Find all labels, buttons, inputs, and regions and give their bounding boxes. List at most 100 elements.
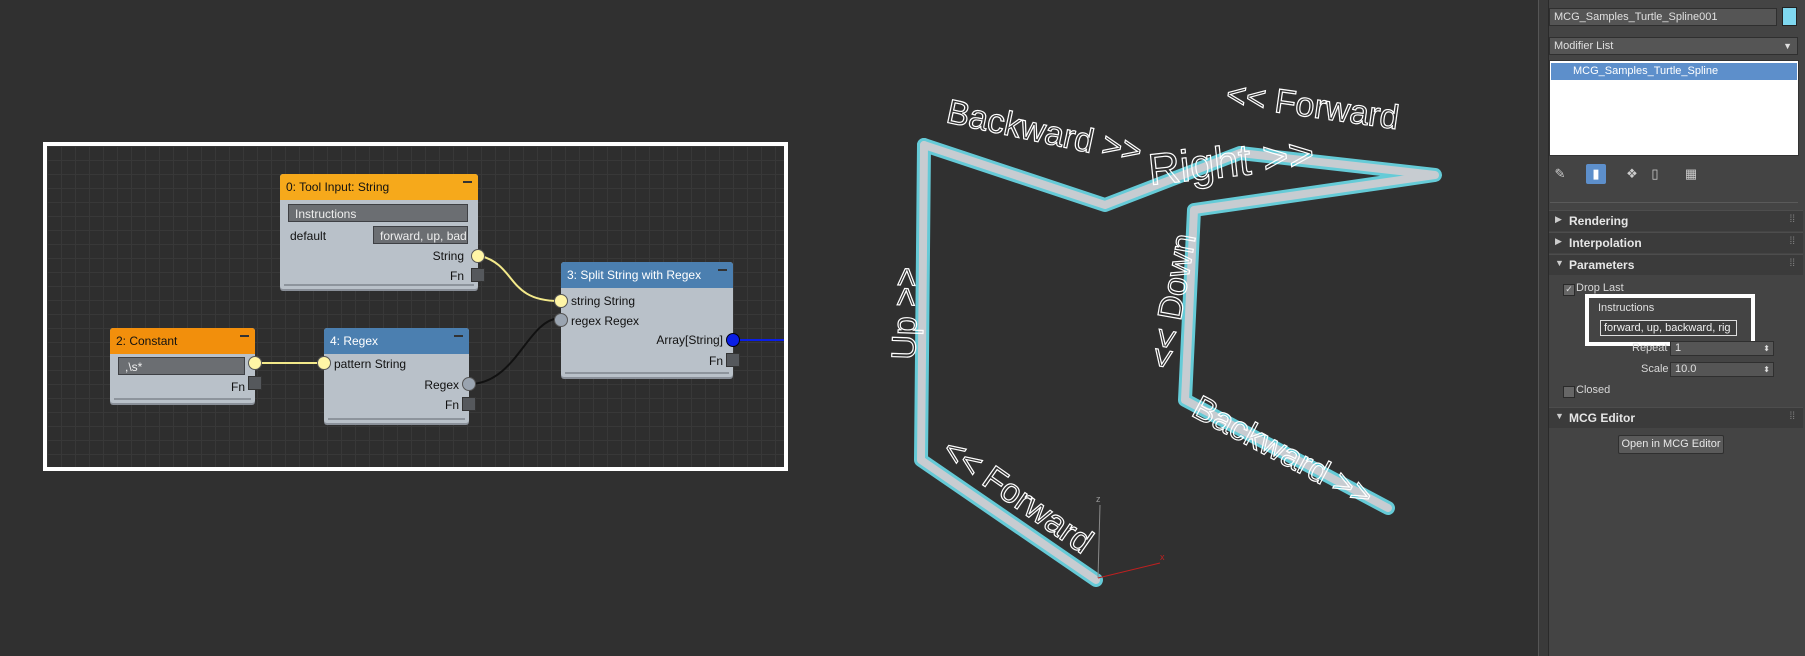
separator xyxy=(1550,202,1798,203)
rollout-interpolation[interactable]: ▶ Interpolation ⁞⁞ xyxy=(1549,232,1803,253)
closed-label: Closed xyxy=(1576,384,1611,396)
repeat-label: Repeat xyxy=(1632,342,1668,354)
x-axis-label: x xyxy=(1160,552,1165,562)
node-title: 4: Regex xyxy=(330,334,379,348)
z-axis-label: z xyxy=(1096,494,1101,504)
instructions-input[interactable]: forward, up, backward, rig xyxy=(1600,320,1737,336)
default-field[interactable]: forward, up, bad xyxy=(373,226,468,244)
output-pin-constant[interactable] xyxy=(248,356,262,370)
fn-pin[interactable] xyxy=(471,268,485,282)
output-regex-label: Regex xyxy=(424,378,459,392)
object-color-swatch[interactable] xyxy=(1782,7,1797,26)
node-header[interactable]: 0: Tool Input: String xyxy=(280,174,478,200)
show-end-result-icon[interactable]: ▮ xyxy=(1586,164,1606,184)
node-tool-input-string[interactable]: 0: Tool Input: String Instructions defau… xyxy=(280,174,478,289)
node-footer xyxy=(284,284,474,286)
object-name-input[interactable]: MCG_Samples_Turtle_Spline001 xyxy=(1549,8,1777,26)
input-pin-string[interactable] xyxy=(554,294,568,308)
node-split-string-with-regex[interactable]: 3: Split String with Regex string String… xyxy=(561,262,733,377)
node-title: 0: Tool Input: String xyxy=(286,180,390,194)
rollout-title: Rendering xyxy=(1569,214,1629,228)
input-pattern-label: pattern String xyxy=(334,357,407,371)
drag-handle-icon: ⁞⁞ xyxy=(1789,258,1795,269)
x-axis-line xyxy=(1097,562,1161,579)
instructions-label: Instructions xyxy=(1598,302,1655,314)
fn-label: Fn xyxy=(449,269,464,283)
label-forward-top: << Forward xyxy=(1224,75,1401,137)
remove-modifier-icon[interactable]: ▯ xyxy=(1645,164,1665,184)
output-array-label: Array[String] xyxy=(656,333,723,347)
rollout-mcg-editor[interactable]: ▼ MCG Editor ⁞⁞ xyxy=(1549,407,1803,428)
output-pin-string[interactable] xyxy=(471,249,485,263)
scale-spinner[interactable]: 10.0 ⬍ xyxy=(1670,362,1774,377)
output-pin-regex[interactable] xyxy=(462,377,476,391)
modifier-list-dropdown[interactable]: Modifier List ▼ xyxy=(1549,37,1798,55)
name-field[interactable]: Instructions xyxy=(288,204,468,222)
rollout-title: Interpolation xyxy=(1569,236,1642,250)
drop-last-label: Drop Last xyxy=(1576,282,1624,294)
wire-string xyxy=(480,255,560,302)
label-forward-bottom: << Forward xyxy=(935,430,1099,561)
repeat-value: 1 xyxy=(1675,342,1682,354)
drag-handle-icon: ⁞⁞ xyxy=(1789,236,1795,247)
drag-handle-icon: ⁞⁞ xyxy=(1789,411,1795,422)
fn-pin[interactable] xyxy=(248,376,262,390)
fn-pin[interactable] xyxy=(726,353,740,367)
minimize-icon[interactable] xyxy=(240,335,249,337)
fn-label: Fn xyxy=(444,398,459,412)
node-footer xyxy=(328,418,465,420)
node-header[interactable]: 4: Regex xyxy=(324,328,469,354)
label-backward-bottom: Backward >> xyxy=(1186,389,1379,516)
make-unique-icon[interactable]: ❖ xyxy=(1622,164,1642,184)
minimize-icon[interactable] xyxy=(463,181,472,183)
output-string-label: String xyxy=(432,249,464,263)
spinner-icon[interactable]: ⬍ xyxy=(1763,342,1770,355)
pin-stack-icon[interactable]: ✎ xyxy=(1550,164,1570,184)
label-up: Up >> xyxy=(885,266,926,360)
node-title: 2: Constant xyxy=(116,334,178,348)
open-in-mcg-editor-button[interactable]: Open in MCG Editor xyxy=(1618,435,1724,454)
input-pin-pattern[interactable] xyxy=(317,356,331,370)
collapse-arrow-icon: ▼ xyxy=(1555,258,1564,268)
collapse-arrow-icon: ▼ xyxy=(1555,411,1564,421)
node-regex[interactable]: 4: Regex pattern String Regex Fn xyxy=(324,328,469,423)
scale-label: Scale xyxy=(1641,363,1669,375)
drag-handle-icon: ⁞⁞ xyxy=(1789,214,1795,225)
drop-last-checkbox[interactable]: ✓ xyxy=(1563,284,1575,296)
stack-item-label: MCG_Samples_Turtle_Spline xyxy=(1573,65,1719,77)
axis-gizmo xyxy=(1097,504,1101,579)
input-string-label: string String xyxy=(571,294,636,308)
rollout-title: Parameters xyxy=(1569,258,1635,272)
expand-arrow-icon: ▶ xyxy=(1555,236,1562,246)
constant-value-field[interactable]: ,\s* xyxy=(118,357,245,375)
node-header[interactable]: 2: Constant xyxy=(110,328,255,354)
fn-label: Fn xyxy=(230,380,245,394)
modifier-list-label: Modifier List xyxy=(1554,40,1614,52)
repeat-spinner[interactable]: 1 ⬍ xyxy=(1670,341,1774,356)
configure-sets-icon[interactable]: ▦ xyxy=(1681,164,1701,184)
fn-label: Fn xyxy=(708,354,723,368)
stack-item[interactable]: MCG_Samples_Turtle_Spline xyxy=(1551,63,1797,80)
rollout-parameters[interactable]: ▼ Parameters ⁞⁞ xyxy=(1549,254,1803,275)
closed-checkbox[interactable] xyxy=(1563,386,1575,398)
rollout-rendering[interactable]: ▶ Rendering ⁞⁞ xyxy=(1549,210,1803,231)
modifier-stack[interactable]: MCG_Samples_Turtle_Spline xyxy=(1549,60,1799,156)
wire-regex xyxy=(471,317,560,385)
input-pin-regex[interactable] xyxy=(554,313,568,327)
expand-arrow-icon: ▶ xyxy=(1555,214,1562,224)
output-pin-array[interactable] xyxy=(726,333,740,347)
scale-value: 10.0 xyxy=(1675,363,1697,375)
node-constant[interactable]: 2: Constant ,\s* Fn xyxy=(110,328,255,403)
minimize-icon[interactable] xyxy=(718,269,727,271)
node-header[interactable]: 3: Split String with Regex xyxy=(561,262,733,288)
fn-pin[interactable] xyxy=(462,397,476,411)
node-title: 3: Split String with Regex xyxy=(567,268,702,282)
rollout-title: MCG Editor xyxy=(1569,411,1635,425)
panel-scroll-edge[interactable] xyxy=(1538,0,1548,656)
minimize-icon[interactable] xyxy=(454,335,463,337)
viewport-3d[interactable]: x z Backward >> << Forward Right >> << D… xyxy=(860,60,1460,600)
input-regex-label: regex Regex xyxy=(571,314,640,328)
node-footer xyxy=(114,398,251,400)
node-graph-panel[interactable]: 0: Tool Input: String Instructions defau… xyxy=(43,142,788,471)
spinner-icon[interactable]: ⬍ xyxy=(1763,363,1770,376)
